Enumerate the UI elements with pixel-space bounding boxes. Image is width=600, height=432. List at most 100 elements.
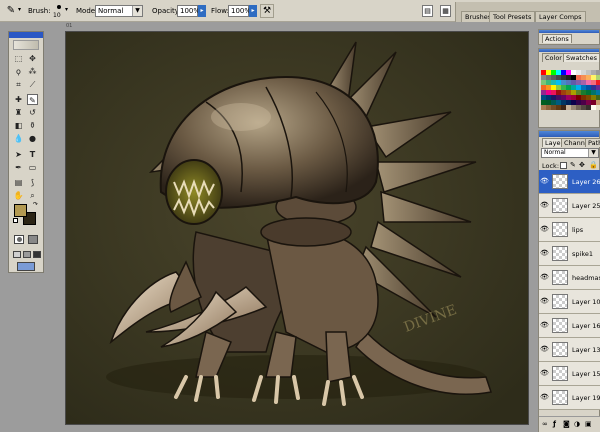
layer-style-icon[interactable]: ƒ bbox=[553, 420, 556, 428]
layer-name: Layer 16 bbox=[572, 322, 600, 330]
clone-stamp-tool-icon[interactable]: ♜ bbox=[13, 107, 24, 118]
layer-mask-icon[interactable]: ◙ bbox=[563, 420, 570, 428]
magic-wand-tool-icon[interactable]: ⁂ bbox=[27, 66, 38, 77]
swatches-panel-title-bar[interactable] bbox=[539, 49, 599, 52]
default-colors-icon[interactable] bbox=[13, 218, 18, 223]
lock-image-icon[interactable]: ✎ bbox=[570, 162, 576, 169]
document-canvas[interactable]: DIVINE bbox=[65, 31, 529, 425]
type-tool-icon[interactable]: T bbox=[27, 149, 38, 160]
opacity-slider-button[interactable]: ▸ bbox=[198, 5, 206, 17]
brush-picker-arrow-icon[interactable]: ▾ bbox=[65, 6, 68, 13]
lock-all-icon[interactable]: 🔒 bbox=[589, 162, 598, 169]
palette-tab-tool-presets[interactable]: Tool Presets bbox=[489, 11, 536, 22]
new-layer-icon[interactable]: ▣ bbox=[585, 420, 592, 428]
file-browser-icon[interactable]: ▤ bbox=[422, 5, 433, 17]
path-selection-tool-icon[interactable]: ➤ bbox=[13, 149, 24, 160]
flow-input[interactable]: 100% bbox=[228, 5, 251, 17]
brush-size-value: 10 bbox=[53, 12, 61, 19]
layer-thumbnail bbox=[552, 198, 568, 213]
layer-thumbnail bbox=[552, 342, 568, 357]
layer-name: Layer 26 bbox=[572, 178, 600, 186]
blur-tool-icon[interactable]: 💧 bbox=[13, 133, 24, 144]
creature-artwork: DIVINE bbox=[66, 32, 528, 424]
crop-tool-icon[interactable]: ⌗ bbox=[13, 79, 24, 90]
layer-row[interactable]: 👁 headmass bbox=[539, 266, 600, 290]
slice-tool-icon[interactable]: ⟋ bbox=[27, 79, 38, 90]
hand-tool-icon[interactable]: ✋ bbox=[13, 190, 24, 201]
layer-blend-mode-select[interactable]: Normal ▼ bbox=[541, 148, 599, 158]
layer-thumbnail bbox=[552, 246, 568, 261]
move-tool-icon[interactable]: ✥ bbox=[27, 53, 38, 64]
layer-row[interactable]: 👁 Layer 26 bbox=[539, 170, 600, 194]
brush-label: Brush: bbox=[28, 7, 51, 15]
tab-color[interactable]: Color bbox=[542, 53, 565, 62]
screen-mode-full-icon[interactable] bbox=[33, 251, 41, 258]
layer-row[interactable]: 👁 Layer 16 bbox=[539, 314, 600, 338]
marquee-tool-icon[interactable]: ⬚ bbox=[13, 53, 24, 64]
actions-panel-title-bar[interactable] bbox=[539, 30, 599, 33]
healing-brush-tool-icon[interactable]: ✚ bbox=[13, 94, 24, 105]
pen-tool-icon[interactable]: ✒ bbox=[13, 162, 24, 173]
eye-icon[interactable]: 👁 bbox=[540, 345, 549, 353]
flow-slider-button[interactable]: ▸ bbox=[249, 5, 257, 17]
tab-actions[interactable]: Actions bbox=[542, 34, 572, 43]
layer-name: Layer 19 c bbox=[572, 394, 600, 402]
quick-mask-mode-icon[interactable] bbox=[28, 235, 38, 244]
shape-tool-icon[interactable]: ▭ bbox=[27, 162, 38, 173]
layer-row[interactable]: 👁 spike1 bbox=[539, 242, 600, 266]
mode-select-value: Normal bbox=[98, 7, 124, 15]
opacity-input[interactable]: 100% bbox=[177, 5, 200, 17]
eye-icon[interactable]: 👁 bbox=[540, 297, 549, 305]
feather-logo-icon[interactable] bbox=[13, 40, 39, 50]
mode-select[interactable]: Normal ▼ bbox=[95, 5, 143, 17]
notes-tool-icon[interactable]: ▤ bbox=[13, 177, 24, 188]
tab-swatches[interactable]: Swatches bbox=[563, 53, 600, 62]
layers-panel-title-bar[interactable] bbox=[539, 131, 599, 137]
layer-row[interactable]: 👁 Layer 13 c bbox=[539, 338, 600, 362]
tool-preset-arrow-icon[interactable]: ▾ bbox=[18, 6, 21, 13]
layers-panel: Layers Channels Paths Normal ▼ Lock: ✎ ✥… bbox=[538, 130, 600, 432]
brush-tool-icon[interactable]: ✎ bbox=[3, 4, 19, 18]
flow-label: Flow: bbox=[211, 7, 229, 15]
layer-row[interactable]: 👁 Layer 15 bbox=[539, 362, 600, 386]
eye-icon[interactable]: 👁 bbox=[540, 249, 549, 257]
layer-row[interactable]: 👁 lips bbox=[539, 218, 600, 242]
lasso-tool-icon[interactable]: ϙ bbox=[13, 66, 24, 77]
zoom-tool-icon[interactable]: ⌕ bbox=[27, 190, 38, 201]
swap-colors-icon[interactable]: ↷ bbox=[33, 201, 38, 208]
tab-paths[interactable]: Paths bbox=[585, 138, 600, 147]
link-icon[interactable]: ∞ bbox=[542, 420, 548, 428]
layer-row[interactable]: 👁 Layer 19 c bbox=[539, 386, 600, 410]
document-marker: 01 bbox=[66, 23, 73, 29]
brush-tool-icon[interactable]: ✎ bbox=[27, 94, 38, 105]
eye-icon[interactable]: 👁 bbox=[540, 273, 549, 281]
layer-row[interactable]: 👁 Layer 10 c bbox=[539, 290, 600, 314]
swatch-color[interactable] bbox=[596, 105, 600, 110]
swatches-panel: Color Swatches bbox=[538, 48, 600, 128]
layer-row[interactable]: 👁 Layer 25 bbox=[539, 194, 600, 218]
screen-mode-menu-icon[interactable] bbox=[23, 251, 31, 258]
eyedropper-tool-icon[interactable]: ⟆ bbox=[27, 177, 38, 188]
eye-icon[interactable]: 👁 bbox=[540, 321, 549, 329]
lock-position-icon[interactable]: ✥ bbox=[579, 162, 585, 169]
adjustment-layer-icon[interactable]: ◑ bbox=[574, 420, 580, 428]
paint-bucket-tool-icon[interactable]: ⚱ bbox=[27, 120, 38, 131]
eye-icon[interactable]: 👁 bbox=[540, 393, 549, 401]
eye-icon[interactable]: 👁 bbox=[540, 225, 549, 233]
palette-tab-layer-comps[interactable]: Layer Comps bbox=[535, 11, 586, 22]
foreground-color-swatch[interactable] bbox=[14, 204, 27, 217]
toolbox-title-bar[interactable] bbox=[9, 32, 43, 38]
eye-icon[interactable]: 👁 bbox=[540, 201, 549, 209]
palette-toggle-icon[interactable]: ▦ bbox=[440, 5, 451, 17]
history-brush-tool-icon[interactable]: ↺ bbox=[27, 107, 38, 118]
dodge-tool-icon[interactable]: ● bbox=[27, 133, 38, 144]
eye-icon[interactable]: 👁 bbox=[540, 369, 549, 377]
jump-to-imageready-icon[interactable] bbox=[17, 262, 35, 271]
screen-mode-standard-icon[interactable] bbox=[13, 251, 21, 258]
airbrush-icon[interactable]: ⚒ bbox=[260, 4, 274, 18]
eye-icon[interactable]: 👁 bbox=[540, 177, 549, 185]
layer-thumbnail bbox=[552, 174, 568, 189]
lock-transparency-icon[interactable] bbox=[560, 162, 567, 169]
eraser-tool-icon[interactable]: ◧ bbox=[13, 120, 24, 131]
standard-mode-icon[interactable] bbox=[14, 235, 24, 244]
